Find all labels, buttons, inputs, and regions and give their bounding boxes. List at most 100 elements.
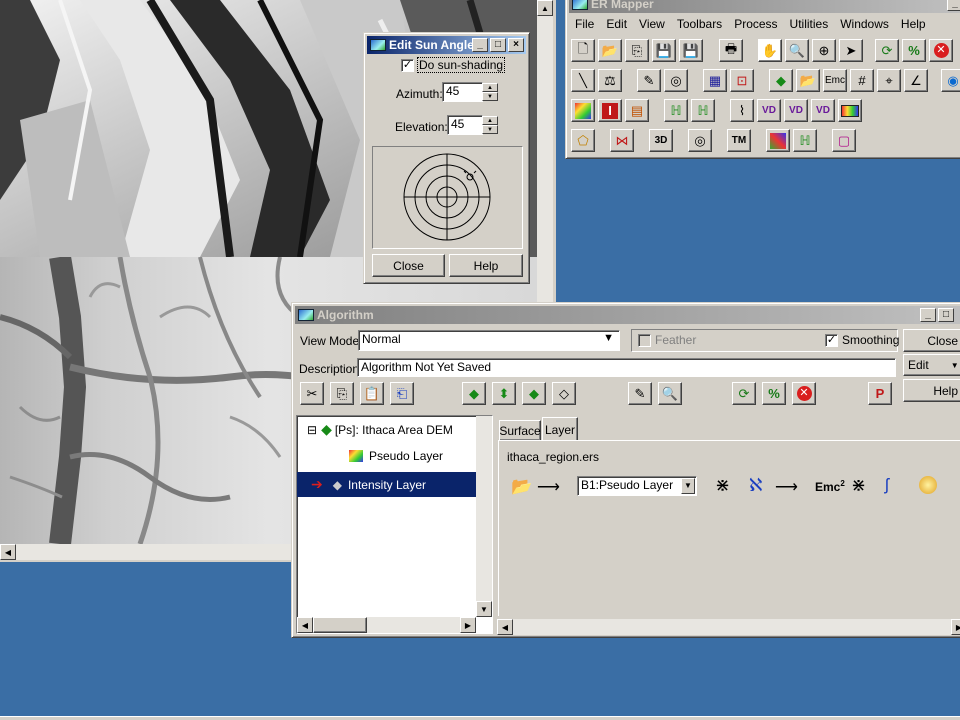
fly-icon[interactable]: ◎ <box>688 129 712 152</box>
maximize-button[interactable]: □ <box>490 38 506 52</box>
polygon-icon[interactable]: ⬠ <box>571 129 595 152</box>
gcp-icon[interactable]: ⊡ <box>730 69 754 92</box>
tree-horizontal-scrollbar[interactable]: ◀ ▶ <box>297 617 476 633</box>
bowtie-icon[interactable]: ⋈ <box>610 129 634 152</box>
scroll-right-arrow[interactable]: ▶ <box>460 617 476 633</box>
calc-icon[interactable]: ▤ <box>625 99 649 122</box>
load-dataset-icon[interactable]: 📂 <box>511 477 532 497</box>
open-dataset-icon[interactable]: 📂 <box>796 69 820 92</box>
refresh-icon[interactable]: ⟳ <box>732 382 756 405</box>
menu-view[interactable]: View <box>633 15 671 33</box>
vd3-icon[interactable]: VD <box>811 99 835 122</box>
menu-edit[interactable]: Edit <box>600 15 633 33</box>
percent-icon[interactable]: % <box>762 382 786 405</box>
zoom-icon[interactable]: 🔍 <box>785 39 809 62</box>
transform-curve-icon[interactable]: ʃ <box>885 475 889 495</box>
classify-icon[interactable] <box>766 129 790 152</box>
layer-tree[interactable]: ⊟ ◆ [Ps]: Ithaca Area DEM Pseudo Layer ➔… <box>296 415 493 634</box>
move-layer-up-icon[interactable]: ◆ <box>462 382 486 405</box>
tm-icon[interactable]: TM <box>727 129 751 152</box>
percent-icon[interactable]: % <box>902 39 926 62</box>
crosshair-icon[interactable]: ⌖ <box>877 69 901 92</box>
sun-shade-icon[interactable] <box>919 476 937 494</box>
profile-icon[interactable]: ⌇ <box>730 99 754 122</box>
scroll-left-arrow[interactable]: ◀ <box>497 619 513 635</box>
cut-icon[interactable]: ✂ <box>300 382 324 405</box>
spin-up-icon[interactable]: ▲ <box>482 116 498 125</box>
formula-icon[interactable]: Emc2 <box>815 479 845 494</box>
scroll-left-arrow[interactable]: ◀ <box>297 617 313 633</box>
sun-close-button[interactable]: Close <box>372 254 445 277</box>
sun-shading-checkbox[interactable]: ✓ Do sun-shading <box>401 57 506 73</box>
move-layer-down-icon[interactable]: ⬍ <box>492 382 516 405</box>
scroll-thumb[interactable] <box>313 617 367 633</box>
scroll-right-arrow[interactable]: ▶ <box>951 619 960 635</box>
3d-icon[interactable]: 3D <box>649 129 673 152</box>
copy-icon[interactable]: ⎘ <box>330 382 354 405</box>
filter-icon[interactable]: ℍ <box>664 99 688 122</box>
tree-collapse-icon[interactable]: ⊟ <box>307 423 317 437</box>
azimuth-field[interactable]: 45 <box>442 82 483 102</box>
filter-kernel-icon-2[interactable]: ⋇ <box>851 475 866 496</box>
menu-windows[interactable]: Windows <box>834 15 895 33</box>
feather-checkbox[interactable]: Feather <box>638 333 696 348</box>
azimuth-spinner[interactable]: ▲ ▼ <box>482 83 498 101</box>
save-as-icon[interactable]: 💾 <box>679 39 703 62</box>
spin-down-icon[interactable]: ▼ <box>482 92 498 101</box>
pseudo-layer-icon[interactable]: P <box>868 382 892 405</box>
algorithm-close-button[interactable]: Close <box>903 329 960 352</box>
measure-icon[interactable]: ╲ <box>571 69 595 92</box>
view-mode-select[interactable]: Normal ▼ <box>358 330 620 351</box>
formula-icon[interactable]: Emc <box>823 69 847 92</box>
vd1-icon[interactable]: VD <box>757 99 781 122</box>
band-select[interactable]: B1:Pseudo Layer ▼ <box>577 476 697 496</box>
minimize-button[interactable]: _ <box>920 308 936 322</box>
filter-kernel-icon[interactable]: ⋇ <box>715 475 730 496</box>
tab-surface[interactable]: Surface <box>499 420 541 441</box>
refresh-icon[interactable]: ⟳ <box>875 39 899 62</box>
add-layer-icon[interactable]: ◆ <box>522 382 546 405</box>
minimize-button[interactable]: _ <box>947 0 960 11</box>
tab-layer[interactable]: Layer <box>542 417 578 441</box>
scroll-up-arrow[interactable]: ▲ <box>537 0 553 16</box>
wave-icon[interactable]: ℍ <box>793 129 817 152</box>
close-button[interactable]: × <box>508 38 524 52</box>
description-field[interactable]: Algorithm Not Yet Saved <box>357 358 896 377</box>
box-icon[interactable]: ▢ <box>832 129 856 152</box>
sun-angle-titlebar[interactable]: Edit Sun Angle _ □ × <box>367 36 526 54</box>
annotate-icon[interactable]: ◎ <box>664 69 688 92</box>
maximize-button[interactable]: □ <box>938 308 954 322</box>
sun-angle-compass[interactable] <box>372 146 523 249</box>
minimize-button[interactable]: _ <box>472 38 488 52</box>
mosaic-icon[interactable]: ▦ <box>703 69 727 92</box>
edit-formula-icon[interactable]: ✎ <box>628 382 652 405</box>
filter2-icon[interactable]: ℍ <box>691 99 715 122</box>
palette-icon[interactable] <box>571 99 595 122</box>
smoothing-checkbox[interactable]: ✓ Smoothing <box>825 333 899 348</box>
tree-item-pseudo-layer[interactable]: Pseudo Layer <box>349 449 443 463</box>
tree-root[interactable]: ⊟ ◆ [Ps]: Ithaca Area DEM <box>307 421 453 438</box>
algorithm-edit-button[interactable]: Edit ▼ <box>903 354 960 376</box>
sun-help-button[interactable]: Help <box>449 254 523 277</box>
layer-panel-scrollbar[interactable]: ◀ ▶ <box>497 619 960 635</box>
ermapper-titlebar[interactable]: ER Mapper _ <box>569 0 960 13</box>
algorithm-titlebar[interactable]: Algorithm _ □ <box>295 306 960 324</box>
pointer-icon[interactable]: ➤ <box>839 39 863 62</box>
geolink-icon[interactable]: ⚖ <box>598 69 622 92</box>
spin-down-icon[interactable]: ▼ <box>482 125 498 134</box>
spin-up-icon[interactable]: ▲ <box>482 83 498 92</box>
zoom-box-icon[interactable]: ⊕ <box>812 39 836 62</box>
tree-item-intensity-layer[interactable]: ➔ ◆ Intensity Layer <box>297 472 477 497</box>
menu-process[interactable]: Process <box>728 15 783 33</box>
scroll-down-arrow[interactable]: ▼ <box>476 601 492 617</box>
menu-file[interactable]: File <box>569 15 600 33</box>
layers-icon[interactable]: ◆ <box>769 69 793 92</box>
print-icon[interactable]: 🖶 <box>719 39 743 62</box>
transform-icon[interactable]: ℵ <box>749 475 762 496</box>
scroll-left-arrow[interactable]: ◀ <box>0 544 16 560</box>
paste-icon[interactable]: 📋 <box>360 382 384 405</box>
menu-toolbars[interactable]: Toolbars <box>671 15 728 33</box>
view-algorithm-icon[interactable]: 🔍 <box>658 382 682 405</box>
elevation-field[interactable]: 45 <box>447 115 483 135</box>
new-icon[interactable]: 🗋 <box>571 39 595 62</box>
